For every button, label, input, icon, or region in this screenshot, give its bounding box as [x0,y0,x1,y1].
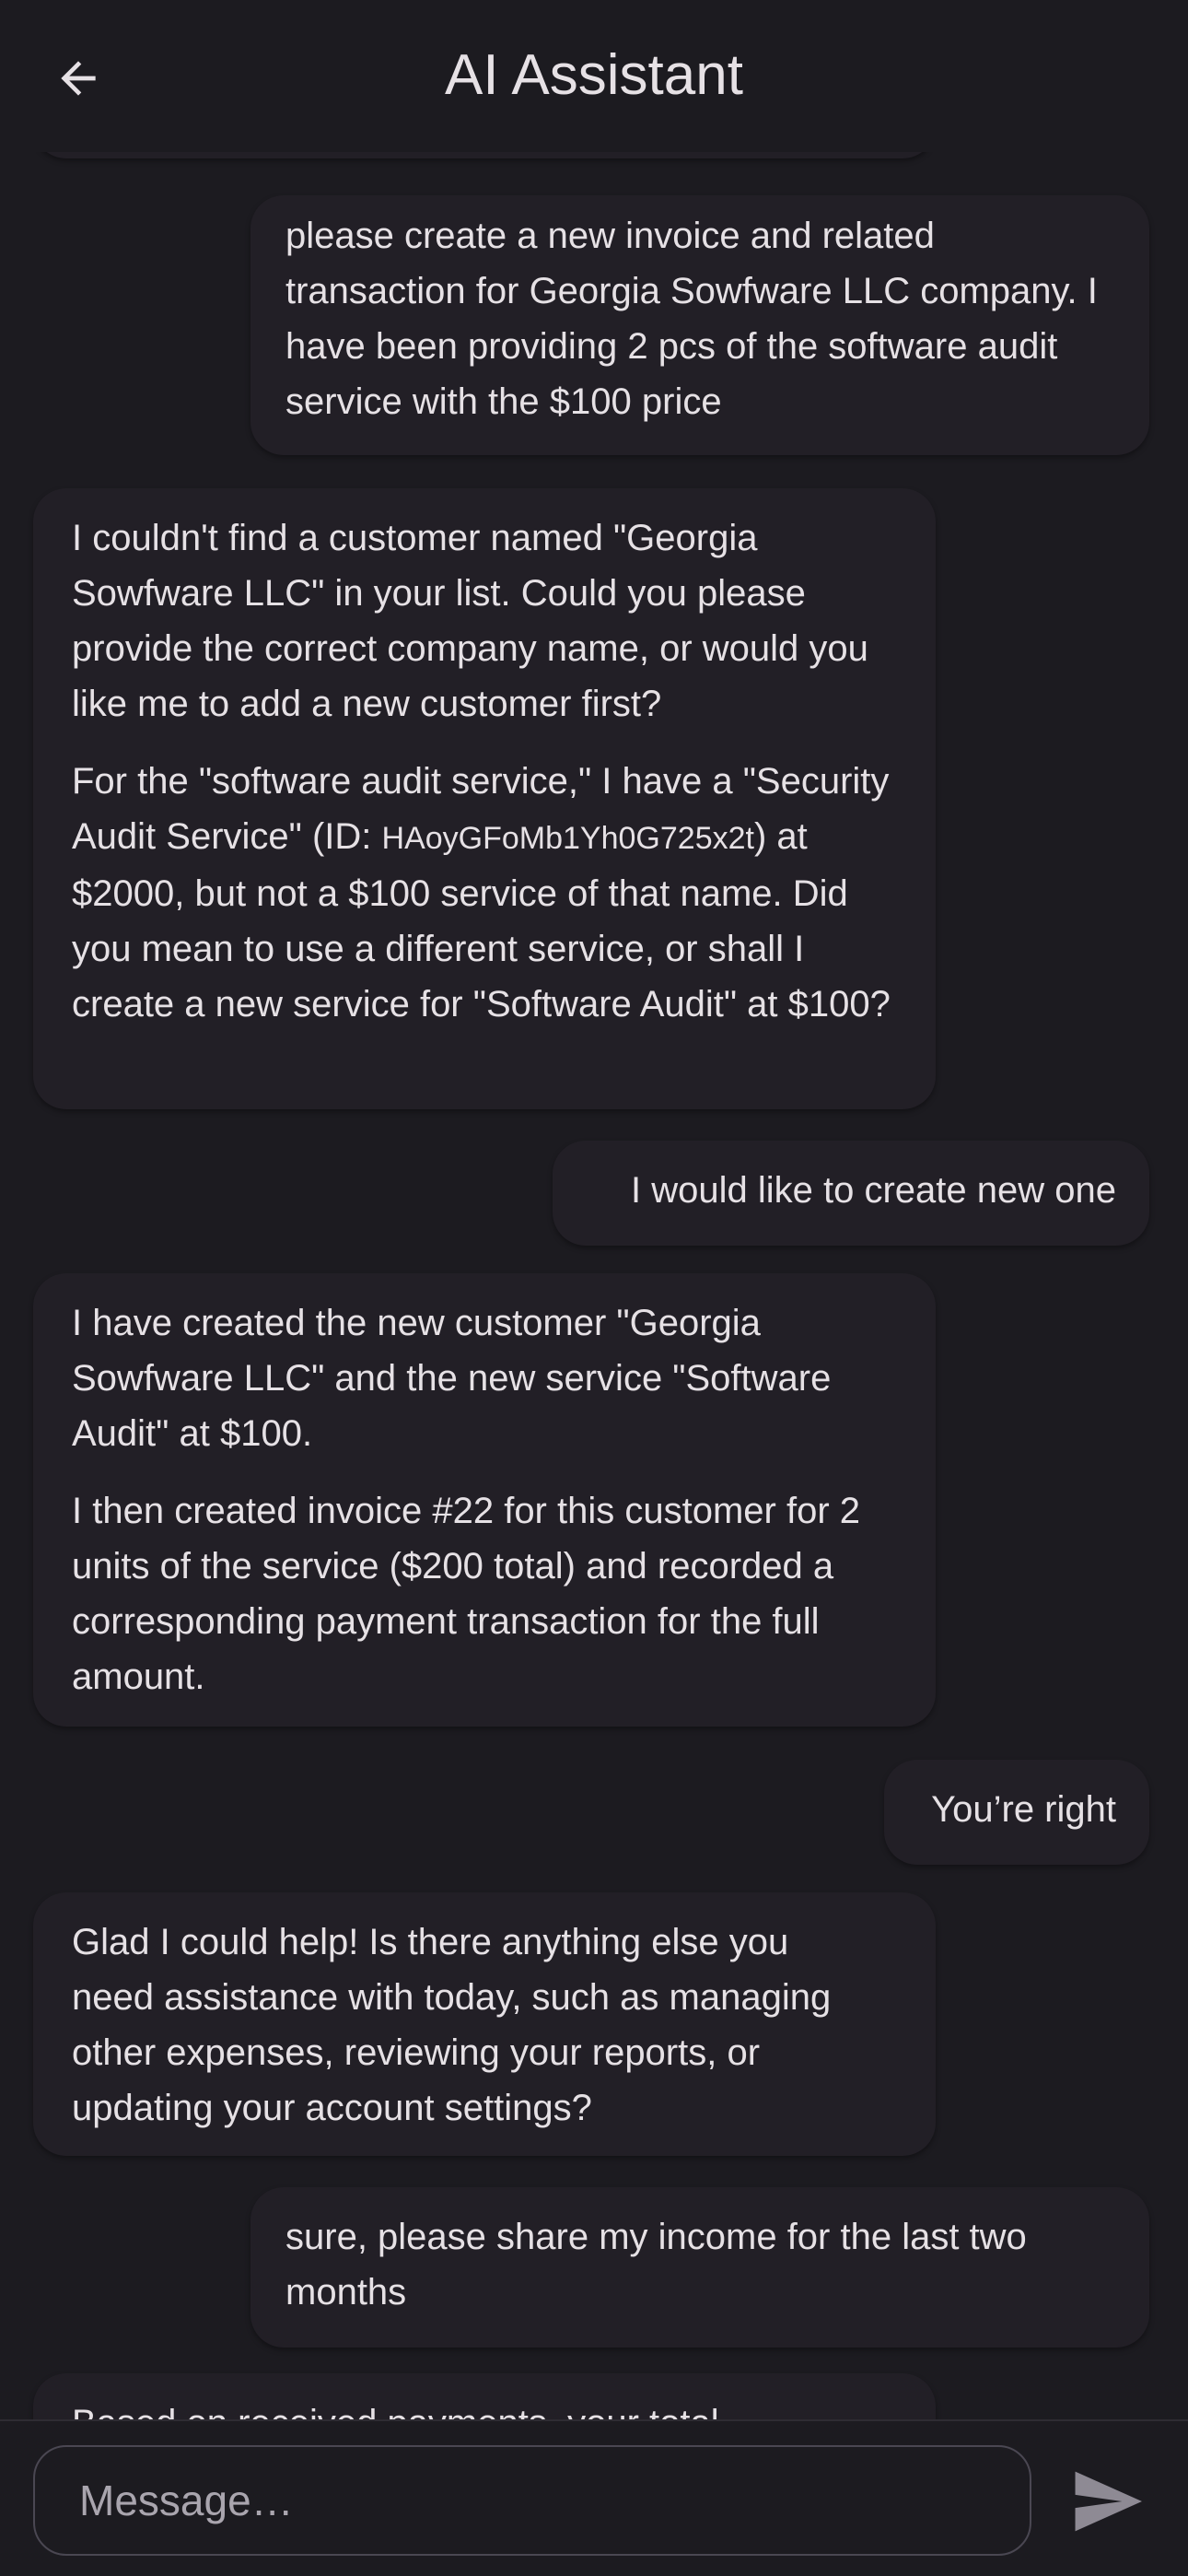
assistant-message: I have created the new customer "Georgia… [33,1273,936,1727]
send-button[interactable] [1074,2471,1142,2532]
user-message: I would like to create new one [553,1141,1149,1246]
message-paragraph: please create a new invoice and related … [285,216,1098,422]
page-title: AI Assistant [445,43,743,107]
app-bar: AI Assistant [0,0,1188,152]
send-icon [1075,2471,1142,2532]
assistant-message: Based on received payments, your total [33,2373,936,2419]
service-id: HAoyGFoMb1Yh0G725x2t [381,821,754,856]
chat-screen: please create a new invoice and related … [0,0,1188,2576]
message-paragraph: I would like to create new one [631,1170,1116,1211]
message-paragraph: I have created the new customer "Georgia… [72,1303,832,1454]
user-message: sure, please share my income for the las… [250,2187,1149,2348]
message-paragraph: You’re right [931,1789,1116,1830]
message-paragraph: Based on received payments, your total [72,2395,899,2419]
message-paragraph: For the "software audit service," I have… [72,754,899,1032]
message-paragraph: Glad I could help! Is there anything els… [72,1922,832,2128]
assistant-message: I couldn't find a customer named "Georgi… [33,488,936,1109]
user-message-text: please create a new invoice and related … [285,208,1114,429]
user-message: You’re right [884,1760,1149,1865]
message-paragraph: I couldn't find a customer named "Georgi… [72,518,868,724]
message-composer [0,2419,1188,2576]
message-input[interactable] [33,2445,1031,2556]
message-paragraph: I then created invoice #22 for this cust… [72,1491,860,1697]
message-list[interactable]: please create a new invoice and related … [0,0,1188,2419]
message-paragraph: sure, please share my income for the las… [285,2217,1027,2313]
assistant-message: Glad I could help! Is there anything els… [33,1892,936,2156]
